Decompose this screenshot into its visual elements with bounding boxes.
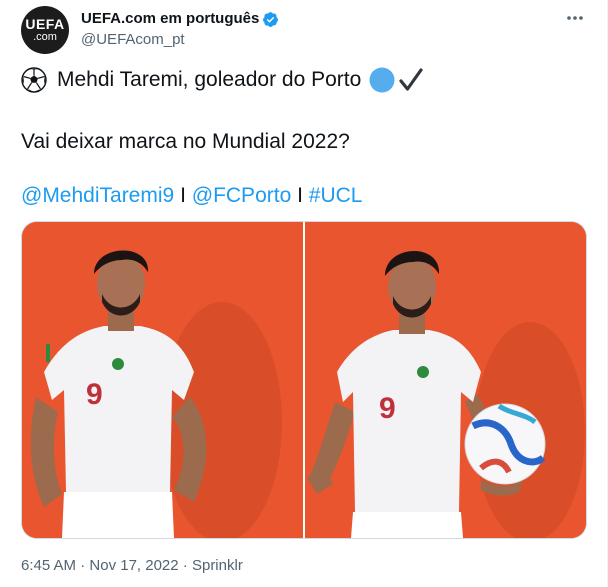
jersey-number-2: 9	[379, 392, 396, 425]
tweet-time[interactable]: 6:45 AM	[21, 557, 76, 574]
blue-circle-icon	[369, 67, 395, 93]
tweet-source[interactable]: Sprinklr	[192, 557, 243, 574]
hashtag-link-ucl[interactable]: #UCL	[309, 184, 363, 207]
tweet-text-line2: Vai deixar marca no Mundial 2022?	[21, 130, 350, 153]
separator: I	[180, 184, 192, 207]
more-options-icon[interactable]	[565, 8, 585, 28]
avatar[interactable]: UEFA .com	[21, 6, 69, 54]
check-mark-icon	[399, 68, 423, 91]
soccer-ball-icon	[21, 67, 47, 93]
media-grid: 9 9	[21, 221, 587, 539]
tweet[interactable]: UEFA .com UEFA.com em português @UEFAcom…	[0, 0, 608, 587]
author-handle[interactable]: @UEFAcom_pt	[81, 30, 279, 50]
tweet-header: UEFA .com UEFA.com em português @UEFAcom…	[21, 6, 591, 54]
tweet-headline: Mehdi Taremi, goleador do Porto	[57, 68, 362, 91]
photo-1-illustration: 9	[22, 222, 303, 538]
tweet-text-line1: Mehdi Taremi, goleador do Porto	[21, 66, 424, 94]
tweet-date[interactable]: Nov 17, 2022	[89, 557, 178, 574]
author-names: UEFA.com em português @UEFAcom_pt	[81, 9, 279, 50]
separator-char-2: I	[297, 184, 303, 207]
separator-char-1: I	[180, 184, 186, 207]
avatar-text-line1: UEFA	[25, 16, 65, 32]
meta-separator-1: ·	[80, 557, 86, 574]
author-display-name-row[interactable]: UEFA.com em português	[81, 9, 279, 29]
photo-2-illustration: 9	[305, 222, 586, 538]
photo-1[interactable]: 9	[22, 222, 303, 538]
avatar-text-line2: .com	[33, 31, 57, 43]
verified-badge-icon	[263, 11, 279, 27]
jersey-number-1: 9	[86, 378, 103, 411]
mention-link-mehditaremi9[interactable]: @MehdiTaremi9	[21, 184, 174, 207]
meta-separator-2: ·	[182, 557, 188, 574]
photo-2[interactable]: 9	[305, 222, 586, 538]
tweet-meta: 6:45 AM · Nov 17, 2022 · Sprinklr	[21, 556, 243, 576]
author-display-name[interactable]: UEFA.com em português	[81, 9, 259, 29]
tweet-text-line3: @MehdiTaremi9 I @FCPorto I #UCL	[21, 182, 363, 210]
mention-link-fcporto[interactable]: @FCPorto	[192, 184, 292, 207]
separator: I	[297, 184, 309, 207]
